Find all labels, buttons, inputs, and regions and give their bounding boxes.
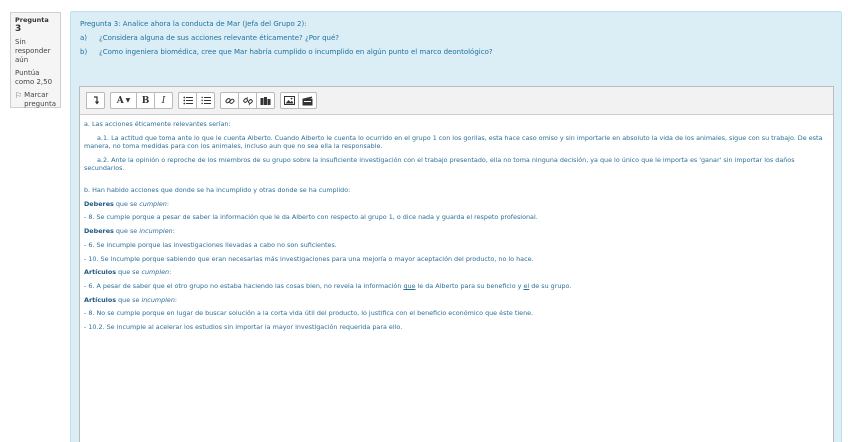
colon-text: : [172, 227, 175, 236]
answer-line-part: de su grupo. [529, 281, 572, 290]
articulos-label: Artículos [84, 268, 117, 277]
answer-b-intro: b. Han habido acciones que donde se ha i… [84, 186, 351, 195]
question-item-marker: a) [80, 34, 88, 42]
italic-button[interactable]: I [154, 92, 173, 109]
italic-icon: I [161, 95, 166, 106]
media-button[interactable] [298, 92, 317, 109]
question-item-text: ¿Como ingeniera biomédica, cree que Mar … [99, 48, 493, 56]
unordered-list-button[interactable] [178, 92, 197, 109]
answer-line: - 10. Se incumple porque sabiendo que er… [84, 254, 534, 263]
incumplen-text: incumplen [139, 227, 173, 236]
collapse-button[interactable] [86, 92, 105, 109]
toolbar-group-collapse [86, 92, 105, 109]
deberes-incumplen-heading: Deberes que se incumplen: [84, 227, 829, 235]
question-number: Pregunta 3 [15, 16, 56, 34]
cumplen-text: cumplen [141, 268, 170, 277]
que-se-text: que se [113, 227, 140, 236]
link-button[interactable] [220, 92, 239, 109]
toolbar-group-style: A ▼ B I [110, 92, 173, 109]
answer-a1: a.1. La actitud que toma ante lo que le … [84, 133, 823, 150]
question-title: Pregunta 3: Analice ahora la conducta de… [80, 20, 307, 28]
bold-icon: B [141, 95, 150, 106]
chevron-down-icon: ▼ [125, 97, 131, 104]
question-item-marker: b) [80, 48, 88, 56]
flag-icon[interactable]: ⚐ [15, 91, 22, 109]
question-item-a: a) ¿Considera alguna de sus acciones rel… [80, 34, 493, 43]
bold-button[interactable]: B [136, 92, 155, 109]
flag-label[interactable]: Marcar pregunta [24, 91, 56, 109]
editor-toolbar: A ▼ B I [80, 87, 833, 115]
toolbar-group-media [280, 92, 317, 109]
question-label: Pregunta [15, 16, 49, 24]
answer-line: - 6. Se incumple porque las investigacio… [84, 240, 337, 249]
flag-question-link[interactable]: ⚐ Marcar pregunta [15, 91, 56, 109]
answer-line: - 6. A pesar de saber que el otro grupo … [84, 282, 829, 290]
moodle-media-button[interactable] [256, 92, 275, 109]
answer-line-part: - 6. A pesar de saber que el otro grupo … [84, 281, 404, 290]
toolbar-group-lists [178, 92, 215, 109]
answer-editor[interactable]: A ▼ B I a. Las acciones éticamente relev… [79, 86, 834, 442]
deberes-label: Deberes [84, 199, 114, 208]
que-se-text: que se [116, 295, 142, 304]
font-style-button[interactable]: A ▼ [110, 92, 137, 109]
ordered-list-icon [201, 96, 211, 105]
answer-line: - 10.2. Se incumple al acelerar los estu… [84, 323, 403, 332]
question-item-b: b) ¿Como ingeniera biomédica, cree que M… [80, 48, 493, 57]
media-icon [302, 96, 313, 105]
articulos-incumplen-heading: Artículos que se incumplen: [84, 296, 829, 304]
colon-text: : [174, 295, 178, 304]
colon-text: : [169, 268, 172, 277]
articulos-label: Artículos [84, 295, 117, 304]
question-state: Sin responder aún [15, 38, 51, 64]
image-button[interactable] [280, 92, 299, 109]
unlink-icon [242, 96, 253, 105]
answer-a-intro: a. Las acciones éticamente relevantes se… [84, 120, 231, 128]
que-se-text: que se [113, 199, 140, 208]
cumplen-text: cumplen [139, 199, 167, 208]
answer-line-underlined: que [403, 281, 416, 290]
deberes-label: Deberes [84, 227, 114, 236]
question-formulation: Pregunta 3: Analice ahora la conducta de… [70, 11, 842, 442]
question-info: Pregunta 3 Sin responder aún Puntúa como… [10, 12, 61, 108]
font-style-icon: A [116, 95, 124, 106]
image-icon [284, 96, 295, 105]
unlink-button[interactable] [238, 92, 257, 109]
answer-line-part: le da Alberto para su beneficio y [415, 281, 524, 290]
que-se-text: que se [116, 268, 142, 277]
question-number-value: 3 [15, 24, 22, 34]
incumplen-text: incumplen [141, 295, 175, 304]
editor-content[interactable]: a. Las acciones éticamente relevantes se… [80, 115, 833, 336]
deberes-cumplen-heading: Deberes que se cumplen: [84, 200, 829, 208]
toolbar-group-links [220, 92, 275, 109]
answer-line: - 8. No se cumple porque en lugar de bus… [84, 309, 534, 318]
articulos-cumplen-heading: Artículos que se cumplen: [84, 268, 829, 276]
question-item-text: ¿Considera alguna de sus acciones releva… [99, 34, 339, 42]
moodle-media-icon [260, 96, 271, 105]
link-icon [225, 97, 234, 104]
answer-a2: a.2. Ante la opinión o reproche de los m… [84, 155, 795, 172]
question-text: Pregunta 3: Analice ahora la conducta de… [80, 20, 493, 62]
question-grade: Puntúa como 2,50 [15, 69, 53, 86]
colon-text: : [166, 199, 170, 208]
ordered-list-button[interactable] [196, 92, 215, 109]
answer-line: - 8. Se cumple porque a pesar de saber l… [84, 213, 538, 222]
unordered-list-icon [182, 96, 193, 105]
collapse-icon [93, 96, 99, 105]
